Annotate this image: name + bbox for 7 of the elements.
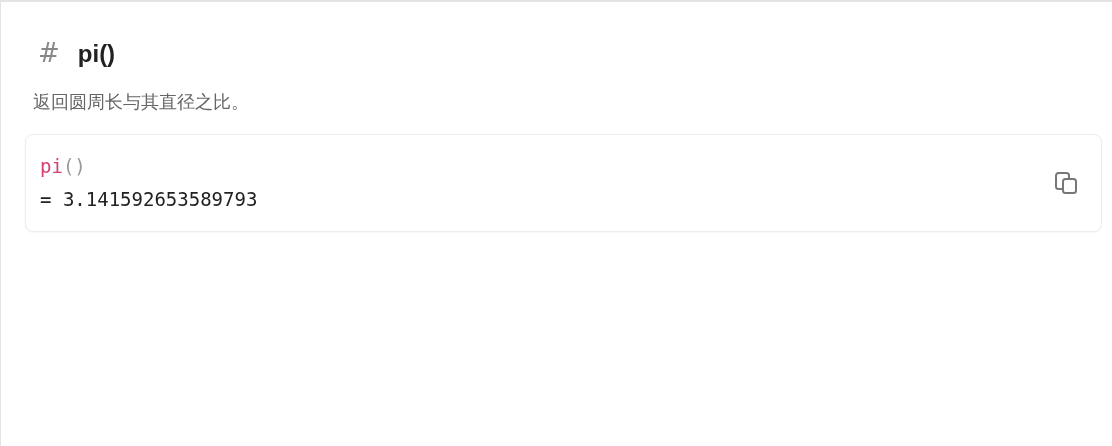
result-text: = 3.141592653589793: [40, 188, 258, 210]
function-title: pi(): [77, 40, 116, 68]
copy-icon[interactable]: [1053, 170, 1079, 196]
heading-anchor[interactable]: #: [38, 38, 60, 68]
code-token: pi: [40, 155, 63, 177]
description: 返回圆周长与其直径之比。: [33, 90, 250, 114]
code-token: (): [62, 155, 86, 177]
